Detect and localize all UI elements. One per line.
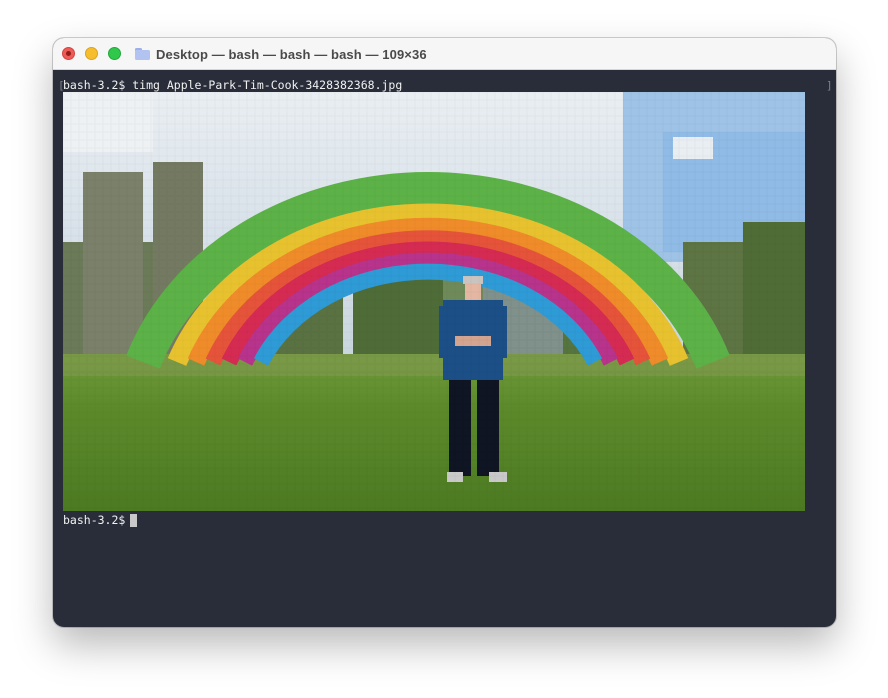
- folder-icon: [135, 47, 150, 60]
- window-title: Desktop — bash — bash — bash — 109×36: [156, 46, 427, 62]
- terminal-window: Desktop — bash — bash — bash — 109×36 [ …: [53, 38, 836, 627]
- close-button[interactable]: [62, 47, 75, 60]
- prompt: bash-3.2$: [63, 78, 126, 92]
- title-bar[interactable]: Desktop — bash — bash — bash — 109×36: [53, 38, 836, 70]
- rendered-image: [63, 92, 805, 511]
- right-bracket: ]: [826, 79, 833, 92]
- prompt-line[interactable]: bash-3.2$: [63, 513, 138, 527]
- window-title-group: Desktop — bash — bash — bash — 109×36: [135, 38, 427, 70]
- text-cursor: [130, 513, 138, 527]
- zoom-button[interactable]: [108, 47, 121, 60]
- minimize-button[interactable]: [85, 47, 98, 60]
- prompt: bash-3.2$: [63, 513, 126, 527]
- command-text: timg Apple-Park-Tim-Cook-3428382368.jpg: [132, 78, 403, 92]
- terminal-content[interactable]: [ ] bash-3.2$ timg Apple-Park-Tim-Cook-3…: [53, 70, 836, 627]
- command-line: bash-3.2$ timg Apple-Park-Tim-Cook-34283…: [63, 78, 402, 92]
